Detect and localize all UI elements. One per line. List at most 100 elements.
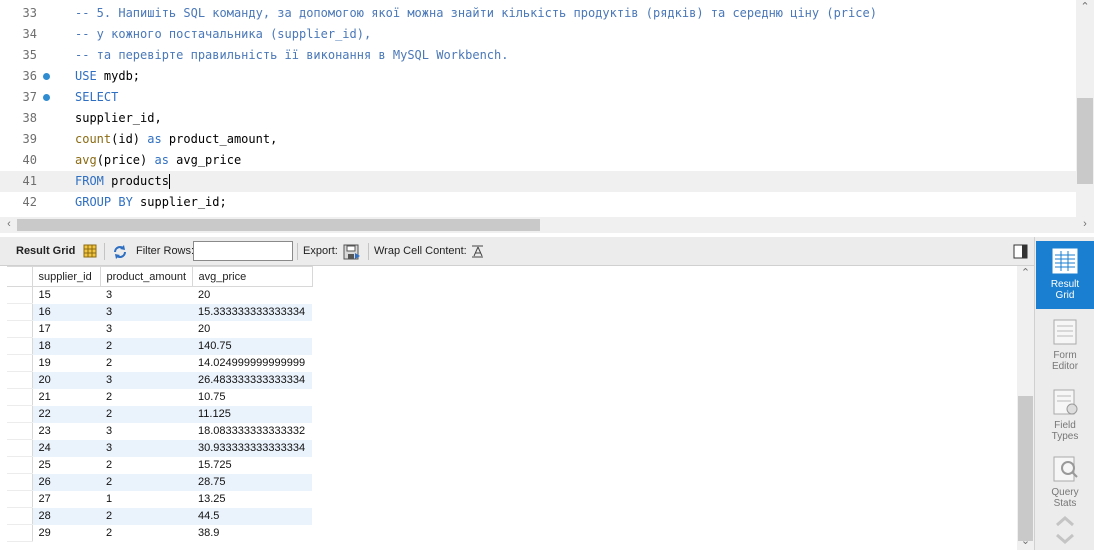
- table-cell[interactable]: 23: [32, 423, 100, 440]
- row-header[interactable]: [7, 422, 33, 440]
- table-cell[interactable]: 15.333333333333334: [192, 303, 312, 321]
- row-header[interactable]: [7, 337, 33, 355]
- row-header[interactable]: [7, 473, 33, 491]
- table-cell[interactable]: 24: [32, 439, 100, 457]
- table-row[interactable]: 28 2 44.5: [7, 507, 312, 525]
- row-header[interactable]: [7, 405, 33, 423]
- table-cell[interactable]: 17: [32, 321, 100, 338]
- table-cell[interactable]: 15.725: [192, 457, 312, 474]
- grid-scroll-down-arrow-icon[interactable]: ⌄: [1017, 534, 1034, 547]
- table-cell[interactable]: 3: [100, 287, 192, 304]
- side-panel-more-button[interactable]: [1036, 513, 1094, 549]
- table-cell[interactable]: 15: [32, 287, 100, 304]
- table-cell[interactable]: 28.75: [192, 473, 312, 491]
- table-cell[interactable]: 3: [100, 371, 192, 389]
- code-text[interactable]: USE mydb;: [75, 66, 140, 87]
- table-row[interactable]: 29 2 38.9: [7, 524, 312, 542]
- refresh-icon[interactable]: [112, 244, 128, 260]
- code-text[interactable]: -- та перевірте правильність її виконанн…: [75, 45, 508, 66]
- statement-marker-icon[interactable]: [43, 94, 50, 101]
- table-row[interactable]: 21 2 10.75: [7, 388, 312, 406]
- form-editor-side-button[interactable]: Form Editor: [1036, 312, 1094, 380]
- table-cell[interactable]: 38.9: [192, 525, 312, 542]
- field-types-side-button[interactable]: Field Types: [1036, 382, 1094, 450]
- table-cell[interactable]: 18.083333333333332: [192, 423, 312, 440]
- code-text[interactable]: -- 5. Напишіть SQL команду, за допомогою…: [75, 3, 877, 24]
- grid-vertical-scrollbar[interactable]: ⌃ ⌄: [1017, 266, 1034, 550]
- sql-editor[interactable]: 33 -- 5. Напишіть SQL команду, за допомог…: [0, 0, 1094, 237]
- code-text[interactable]: supplier_id,: [75, 108, 162, 129]
- row-header[interactable]: [7, 456, 33, 474]
- table-row[interactable]: 24 3 30.933333333333334: [7, 439, 312, 457]
- code-text[interactable]: -- у кожного постачальника (supplier_id)…: [75, 24, 371, 45]
- table-row[interactable]: 19 2 14.024999999999999: [7, 354, 312, 372]
- editor-vertical-scrollbar[interactable]: ⌃: [1076, 0, 1094, 217]
- table-cell[interactable]: 26: [32, 473, 100, 491]
- row-header[interactable]: [7, 439, 33, 457]
- code-line[interactable]: 39 count(id) as product_amount,: [0, 129, 1076, 150]
- table-cell[interactable]: 16: [32, 303, 100, 321]
- code-line[interactable]: 42 GROUP BY supplier_id;: [0, 192, 1076, 213]
- code-line[interactable]: 37 SELECT: [0, 87, 1076, 108]
- code-line[interactable]: 41 FROM products: [0, 171, 1076, 192]
- table-cell[interactable]: 19: [32, 355, 100, 372]
- grid-layout-icon[interactable]: [83, 244, 99, 260]
- scroll-up-arrow-icon[interactable]: ⌃: [1076, 0, 1094, 13]
- code-line[interactable]: 38 supplier_id,: [0, 108, 1076, 129]
- row-header[interactable]: [7, 320, 33, 338]
- table-row[interactable]: 23 3 18.083333333333332: [7, 422, 312, 440]
- query-stats-side-button[interactable]: Query Stats: [1036, 449, 1094, 517]
- statement-marker-icon[interactable]: [43, 73, 50, 80]
- wrap-text-icon[interactable]: [471, 244, 487, 260]
- table-cell[interactable]: 1: [100, 491, 192, 508]
- table-cell[interactable]: 10.75: [192, 389, 312, 406]
- table-cell[interactable]: 20: [32, 371, 100, 389]
- code-line[interactable]: 33 -- 5. Напишіть SQL команду, за допомог…: [0, 3, 1076, 24]
- code-text[interactable]: count(id) as product_amount,: [75, 129, 277, 150]
- table-cell[interactable]: 27: [32, 491, 100, 508]
- column-header-supplier-id[interactable]: supplier_id: [32, 266, 101, 287]
- row-header[interactable]: [7, 371, 33, 389]
- table-cell[interactable]: 20: [192, 321, 312, 338]
- table-cell[interactable]: 29: [32, 525, 100, 542]
- table-cell[interactable]: 3: [100, 303, 192, 321]
- result-grid-side-button[interactable]: Result Grid: [1036, 241, 1094, 309]
- code-line[interactable]: 36 USE mydb;: [0, 66, 1076, 87]
- table-cell[interactable]: 13.25: [192, 491, 312, 508]
- code-line[interactable]: 34 -- у кожного постачальника (supplier_i…: [0, 24, 1076, 45]
- table-cell[interactable]: 18: [32, 337, 100, 355]
- table-cell[interactable]: 3: [100, 423, 192, 440]
- table-row[interactable]: 25 2 15.725: [7, 456, 312, 474]
- result-grid[interactable]: supplier_id product_amount avg_price 15 3 20…: [0, 266, 1017, 550]
- table-cell[interactable]: 26.483333333333334: [192, 371, 312, 389]
- table-cell[interactable]: 2: [100, 355, 192, 372]
- table-cell[interactable]: 11.125: [192, 405, 312, 423]
- grid-vertical-scroll-thumb[interactable]: [1018, 396, 1033, 541]
- table-cell[interactable]: 44.5: [192, 507, 312, 525]
- table-cell[interactable]: 21: [32, 389, 100, 406]
- table-cell[interactable]: 30.933333333333334: [192, 439, 312, 457]
- code-text[interactable]: GROUP BY supplier_id;: [75, 192, 227, 213]
- table-cell[interactable]: 2: [100, 337, 192, 355]
- export-icon[interactable]: [343, 244, 360, 260]
- table-row[interactable]: 16 3 15.333333333333334: [7, 303, 312, 321]
- code-text[interactable]: avg(price) as avg_price: [75, 150, 241, 171]
- table-row[interactable]: 22 2 11.125: [7, 405, 312, 423]
- editor-vertical-scroll-thumb[interactable]: [1077, 98, 1093, 184]
- toggle-panel-icon[interactable]: [1013, 244, 1029, 260]
- grid-scroll-up-arrow-icon[interactable]: ⌃: [1017, 266, 1034, 279]
- code-text[interactable]: SELECT: [75, 87, 118, 108]
- table-row[interactable]: 17 3 20: [7, 320, 312, 338]
- table-cell[interactable]: 2: [100, 457, 192, 474]
- table-cell[interactable]: 3: [100, 439, 192, 457]
- row-header[interactable]: [7, 286, 33, 304]
- code-line[interactable]: 40 avg(price) as avg_price: [0, 150, 1076, 171]
- editor-horizontal-scroll-thumb[interactable]: [17, 219, 540, 231]
- table-cell[interactable]: 28: [32, 507, 100, 525]
- row-header-corner[interactable]: [7, 266, 33, 287]
- column-header-avg-price[interactable]: avg_price: [192, 266, 313, 287]
- column-header-product-amount[interactable]: product_amount: [100, 266, 193, 287]
- table-cell[interactable]: 2: [100, 507, 192, 525]
- table-row[interactable]: 27 1 13.25: [7, 490, 312, 508]
- row-header[interactable]: [7, 303, 33, 321]
